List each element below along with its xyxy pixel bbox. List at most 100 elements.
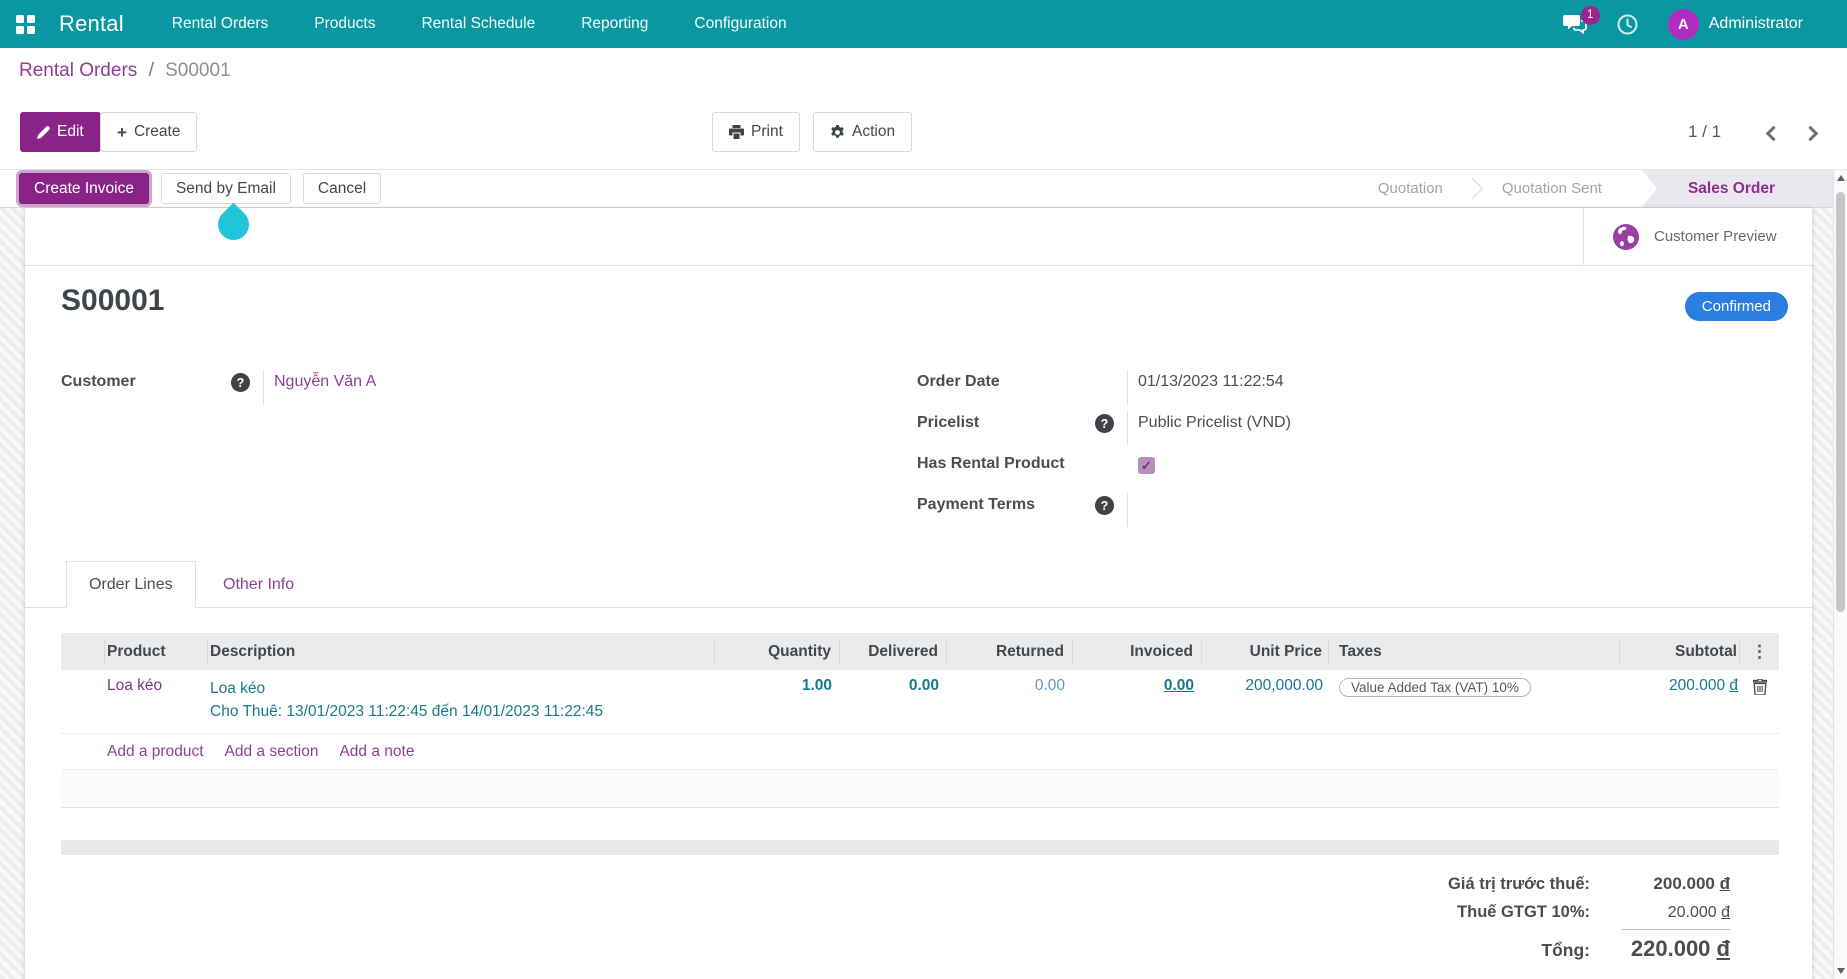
- trash-icon[interactable]: [1752, 679, 1767, 699]
- user-name: Administrator: [1708, 15, 1803, 32]
- field-order-date: Order Date 01/13/2023 11:22:54: [917, 370, 1617, 411]
- row-description-line2: Cho Thuê: 13/01/2023 11:22:45 đến 14/01/…: [210, 703, 604, 720]
- totals-divider: [1622, 929, 1730, 930]
- cancel-button[interactable]: Cancel: [302, 173, 382, 204]
- user-menu[interactable]: A Administrator: [1667, 8, 1803, 40]
- activities-clock-icon[interactable]: [1617, 14, 1638, 35]
- field-label: Pricelist: [917, 414, 980, 431]
- customer-value-link[interactable]: Nguyễn Văn A: [274, 373, 376, 390]
- breadcrumb-parent[interactable]: Rental Orders: [19, 60, 137, 81]
- help-icon[interactable]: ?: [1095, 414, 1114, 433]
- avatar[interactable]: A: [1667, 8, 1699, 40]
- grand-total-label: Tổng:: [1541, 940, 1590, 960]
- order-date-value: 01/13/2023 11:22:54: [1127, 370, 1617, 404]
- has-rental-product-checkbox[interactable]: ✓: [1138, 457, 1155, 474]
- divider: [25, 265, 1812, 266]
- apps-grid-icon[interactable]: [16, 14, 35, 34]
- section-separator: [61, 840, 1779, 855]
- field-payment-terms: Payment Terms ?: [917, 493, 1617, 534]
- tab-other-info[interactable]: Other Info: [201, 561, 316, 608]
- help-icon[interactable]: ?: [231, 373, 250, 392]
- empty-table-row: [61, 770, 1779, 808]
- form-sheet: Customer Preview S00001 Confirmed Custom…: [25, 208, 1812, 979]
- row-delete[interactable]: [1740, 677, 1779, 725]
- app-brand[interactable]: Rental: [59, 11, 124, 37]
- action-button[interactable]: Action: [813, 112, 913, 152]
- payment-terms-value: [1127, 493, 1617, 527]
- add-a-section-link[interactable]: Add a section: [225, 743, 319, 761]
- pencil-icon: [37, 125, 50, 139]
- nav-item-rental-schedule[interactable]: Rental Schedule: [421, 15, 535, 33]
- row-delivered: 0.00: [908, 677, 939, 694]
- field-customer: Customer ? Nguyễn Văn A: [61, 370, 701, 411]
- printer-icon: [729, 125, 744, 139]
- breadcrumb: Rental Orders / S00001: [19, 60, 231, 82]
- column-subtotal[interactable]: Subtotal: [1620, 639, 1740, 664]
- table-row[interactable]: Loa kéo Loa kéo Cho Thuê: 13/01/2023 11:…: [61, 670, 1779, 734]
- nav-item-rental-orders[interactable]: Rental Orders: [172, 15, 268, 33]
- field-label: Order Date: [917, 373, 1000, 390]
- breadcrumb-separator: /: [148, 60, 154, 81]
- step-quotation-sent[interactable]: Quotation Sent: [1476, 170, 1628, 207]
- column-quantity[interactable]: Quantity: [715, 639, 840, 664]
- messages-icon[interactable]: 1: [1562, 6, 1600, 34]
- scroll-up-icon[interactable]: [1834, 170, 1847, 186]
- column-options-icon[interactable]: ⋮: [1740, 640, 1779, 664]
- top-navbar: Rental Rental Orders Products Rental Sch…: [0, 0, 1847, 48]
- customer-preview-button[interactable]: Customer Preview: [1583, 208, 1812, 265]
- step-quotation[interactable]: Quotation: [1352, 170, 1469, 207]
- row-subtotal: 200.000 đ: [1669, 677, 1738, 694]
- scrollbar-thumb[interactable]: [1836, 192, 1845, 612]
- print-button[interactable]: Print: [712, 112, 800, 152]
- notebook-tabs: Order Lines Other Info: [25, 561, 1812, 608]
- table-header: Product Description Quantity Delivered R…: [61, 633, 1779, 670]
- field-label: Customer: [61, 373, 136, 390]
- row-invoiced-link[interactable]: 0.00: [1164, 677, 1194, 694]
- customer-preview-label: Customer Preview: [1654, 227, 1777, 245]
- step-sales-order[interactable]: Sales Order: [1641, 170, 1833, 207]
- row-description-line1: Loa kéo: [210, 680, 266, 697]
- nav-item-products[interactable]: Products: [314, 15, 375, 33]
- column-taxes[interactable]: Taxes: [1329, 639, 1620, 664]
- column-delivered[interactable]: Delivered: [840, 639, 947, 664]
- create-button[interactable]: + Create: [100, 112, 198, 152]
- pager-previous-icon[interactable]: [1765, 125, 1782, 142]
- create-invoice-button[interactable]: Create Invoice: [19, 173, 149, 204]
- statusbar: Create Invoice Send by Email Cancel Quot…: [0, 170, 1833, 208]
- tax-value: 20.000 đ: [1667, 904, 1730, 921]
- pager-next-icon[interactable]: [1802, 125, 1819, 142]
- add-a-note-link[interactable]: Add a note: [339, 743, 414, 761]
- gear-icon: [830, 124, 845, 140]
- untaxed-label: Giá trị trước thuế:: [1448, 875, 1590, 893]
- column-invoiced[interactable]: Invoiced: [1073, 639, 1202, 664]
- row-product-link[interactable]: Loa kéo: [107, 677, 162, 694]
- edit-button[interactable]: Edit: [20, 112, 101, 152]
- edit-button-label: Edit: [57, 123, 84, 140]
- print-button-label: Print: [751, 123, 783, 140]
- pager-count: 1 / 1: [1688, 122, 1722, 141]
- scroll-down-icon[interactable]: [1834, 963, 1847, 979]
- page-title: S00001: [61, 284, 165, 317]
- tax-total-row: Thuế GTGT 10%: 20.000 đ: [1448, 903, 1730, 922]
- add-a-product-link[interactable]: Add a product: [107, 743, 204, 761]
- column-returned[interactable]: Returned: [947, 639, 1073, 664]
- column-unit-price[interactable]: Unit Price: [1202, 639, 1329, 664]
- help-icon[interactable]: ?: [1095, 496, 1114, 515]
- column-product[interactable]: Product: [105, 639, 208, 664]
- status-badge: Confirmed: [1684, 292, 1788, 321]
- vertical-scrollbar[interactable]: [1833, 170, 1847, 979]
- tax-label: Thuế GTGT 10%:: [1457, 903, 1590, 921]
- nav-item-configuration[interactable]: Configuration: [694, 15, 786, 33]
- status-steps: Quotation Quotation Sent Sales Order: [1352, 170, 1833, 207]
- tab-order-lines[interactable]: Order Lines: [66, 561, 196, 608]
- row-tax-tag[interactable]: Value Added Tax (VAT) 10%: [1339, 678, 1531, 697]
- totals-block: Giá trị trước thuế: 200.000 đ Thuế GTGT …: [1448, 874, 1730, 971]
- column-description[interactable]: Description: [208, 639, 715, 664]
- nav-item-reporting[interactable]: Reporting: [581, 15, 648, 33]
- order-lines-table: Product Description Quantity Delivered R…: [61, 633, 1779, 855]
- field-label: Has Rental Product: [917, 455, 1065, 472]
- send-by-email-button[interactable]: Send by Email: [160, 173, 291, 204]
- globe-icon: [1612, 223, 1640, 251]
- field-pricelist: Pricelist ? Public Pricelist (VND): [917, 411, 1617, 452]
- nav-menu: Rental Orders Products Rental Schedule R…: [172, 15, 787, 33]
